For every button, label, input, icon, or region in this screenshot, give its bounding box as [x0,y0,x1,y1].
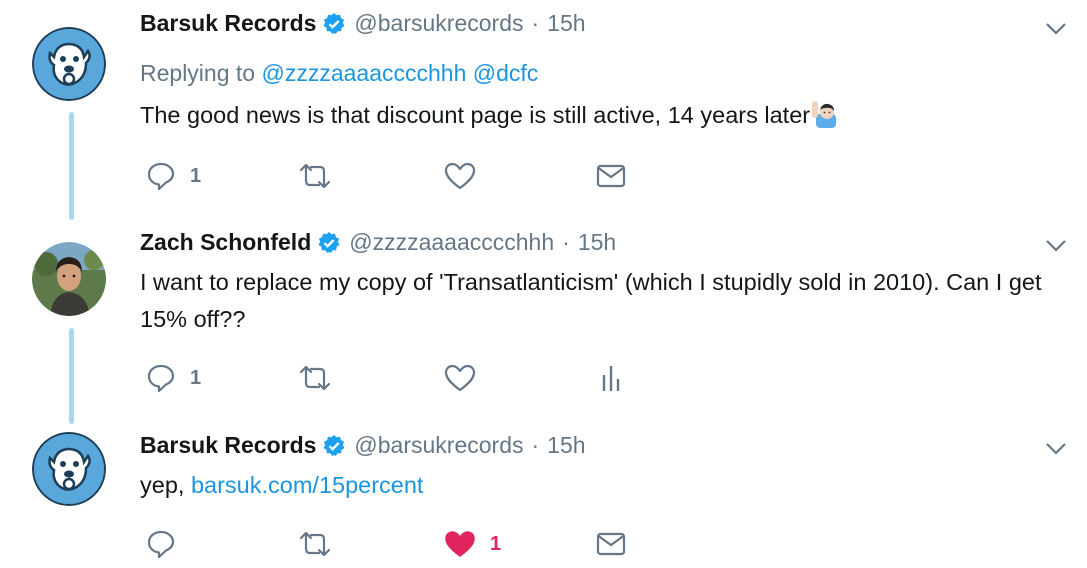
tweet-text: yep, barsuk.com/15percent [140,467,1080,504]
url-link[interactable]: barsuk.com/15percent [191,472,424,498]
user-handle[interactable]: @barsukrecords [354,432,523,459]
timestamp[interactable]: 15h [547,432,585,459]
message-button[interactable] [596,526,626,562]
tweet-actions: 1 [140,526,660,566]
like-button[interactable]: 1 [444,526,501,562]
tweet-header: Barsuk Records @barsukrecords · 15h [140,432,586,459]
separator-dot: · [531,432,540,458]
chevron-down-icon[interactable] [1045,442,1067,456]
reply-icon [147,530,175,559]
verified-badge-icon [323,434,345,456]
heart-filled-icon [445,531,475,557]
reply-button[interactable] [146,526,176,562]
retweet-button[interactable] [298,526,332,562]
like-count: 1 [490,532,502,555]
retweet-icon [299,531,331,557]
display-name[interactable]: Barsuk Records [140,432,316,459]
avatar[interactable] [32,432,106,506]
envelope-icon [596,532,626,556]
barsuk-dog-logo-icon [32,432,106,506]
tweet-body: yep, [140,472,185,498]
tweet[interactable]: Barsuk Records @barsukrecords · 15h yep,… [0,0,1087,568]
